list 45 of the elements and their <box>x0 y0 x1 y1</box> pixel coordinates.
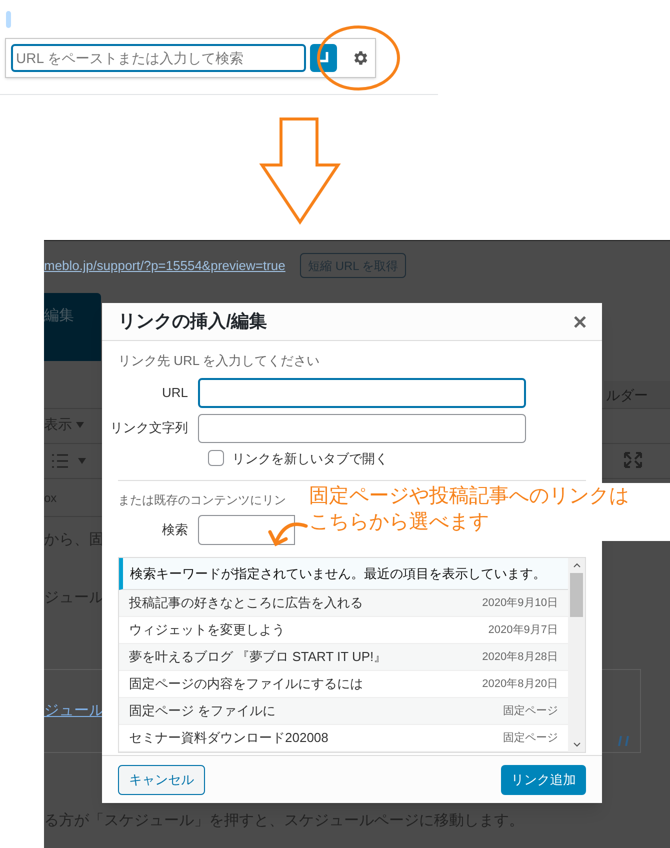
fullscreen-icon[interactable] <box>624 452 642 468</box>
link-text-input[interactable] <box>198 414 526 442</box>
result-info: 固定ページ <box>503 730 558 746</box>
scrollbar[interactable] <box>568 558 585 752</box>
caret-icon <box>78 458 86 464</box>
result-title: 固定ページ をファイルに <box>129 702 276 720</box>
url-label: URL <box>160 384 189 402</box>
result-info: 2020年8月20日 <box>482 676 558 692</box>
url-input[interactable] <box>198 378 526 408</box>
result-item[interactable]: 固定ページ をファイルに 固定ページ <box>119 698 568 725</box>
instruction-text: リンク先 URL を入力してください <box>118 352 321 370</box>
annotation-text: こちらから選べます <box>309 510 490 535</box>
notice-message: 検索キーワードが指定されていません。最近の項目を表示しています。 <box>119 558 568 590</box>
cancel-button[interactable]: キャンセル <box>118 764 205 794</box>
link-text-label: リンク文字列 <box>109 419 189 438</box>
result-title: 固定ページの内容をファイルにするには <box>129 675 363 694</box>
scroll-up-icon[interactable] <box>572 563 580 568</box>
close-icon[interactable] <box>574 316 586 328</box>
result-item[interactable]: 夢を叶えるブログ 『夢ブロ START IT UP!』 2020年8月28日 <box>119 644 568 671</box>
result-title: 投稿記事の好きなところに広告を入れる <box>129 594 363 612</box>
checkbox[interactable] <box>208 450 224 466</box>
scrollbar-thumb[interactable] <box>570 573 583 617</box>
result-title: ウィジェットを変更しよう <box>129 621 285 640</box>
result-info: 2020年9月10日 <box>482 596 558 611</box>
permalink-link[interactable]: meblo.jp/support/?p=15554&preview=true <box>44 256 286 276</box>
annotation-text: 固定ページや投稿記事へのリンクは <box>309 484 630 509</box>
down-arrow-icon <box>259 117 341 225</box>
text-cursor-icon <box>6 11 11 28</box>
dialog-title: リンクの挿入/編集 <box>118 310 268 333</box>
search-label: 検索 <box>161 521 189 540</box>
checkbox-label[interactable]: リンクを新しいタブで開く <box>232 448 388 468</box>
result-info: 固定ページ <box>503 704 558 719</box>
scroll-down-icon[interactable] <box>572 742 580 747</box>
result-title: 夢を叶えるブログ 『夢ブロ START IT UP!』 <box>129 648 387 666</box>
list-icon[interactable] <box>52 454 68 468</box>
quote-icon <box>618 736 630 746</box>
result-info: 2020年8月28日 <box>482 650 558 665</box>
add-link-button[interactable]: リンク追加 <box>501 764 586 794</box>
search-input[interactable] <box>198 515 295 545</box>
result-title: セミナー資料ダウンロード202008 <box>129 729 328 748</box>
existing-content-label: または既存のコンテンツにリン <box>118 492 286 509</box>
url-search-field[interactable]: URL をペーストまたは入力して検索 <box>11 44 306 72</box>
caret-icon <box>76 422 84 428</box>
result-info: 2020年9月7日 <box>488 622 558 638</box>
result-item[interactable]: 投稿記事の好きなところに広告を入れる 2020年9月10日 <box>119 590 568 617</box>
